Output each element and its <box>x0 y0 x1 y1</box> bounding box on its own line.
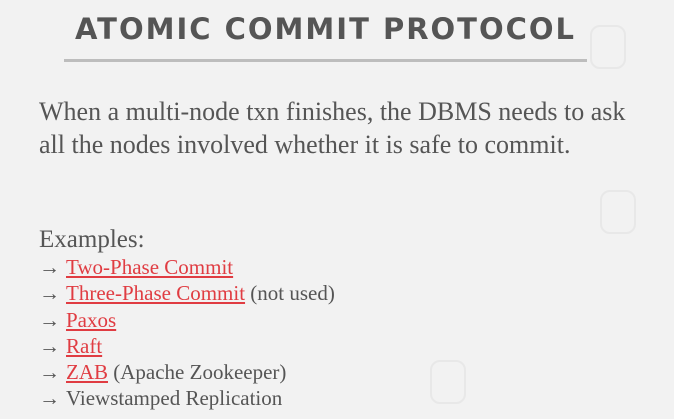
zab-link[interactable]: ZAB <box>66 360 108 384</box>
list-item: → Two-Phase Commit <box>39 254 639 280</box>
arrow-icon: → <box>39 386 60 411</box>
database-watermark-icon <box>590 25 626 69</box>
slide-title: ATOMIC COMMIT PROTOCOL <box>74 12 577 46</box>
arrow-icon: → <box>39 281 60 306</box>
body-paragraph: When a multi-node txn finishes, the DBMS… <box>39 97 626 159</box>
raft-link[interactable]: Raft <box>66 334 102 358</box>
three-phase-commit-link[interactable]: Three-Phase Commit <box>66 281 245 305</box>
item-text: Viewstamped Replication <box>66 386 283 411</box>
arrow-icon: → <box>39 360 60 385</box>
two-phase-commit-link[interactable]: Two-Phase Commit <box>66 255 233 279</box>
examples-list: Examples: → Two-Phase Commit → Three-Phase… <box>39 226 639 412</box>
list-item: → ZAB (Apache Zookeeper) <box>39 359 639 385</box>
title-divider <box>64 59 587 62</box>
examples-heading: Examples: <box>39 226 145 253</box>
arrow-icon: → <box>39 307 60 332</box>
list-item: → Viewstamped Replication <box>39 385 639 411</box>
list-item: → Paxos <box>39 307 639 333</box>
arrow-icon: → <box>39 255 60 279</box>
arrow-icon: → <box>39 333 60 358</box>
item-note: (Apache Zookeeper) <box>113 360 287 385</box>
list-item: → Three-Phase Commit (not used) <box>39 280 639 306</box>
list-item: → Raft <box>39 333 639 359</box>
item-note: (not used) <box>250 281 335 306</box>
paxos-link[interactable]: Paxos <box>66 308 116 332</box>
